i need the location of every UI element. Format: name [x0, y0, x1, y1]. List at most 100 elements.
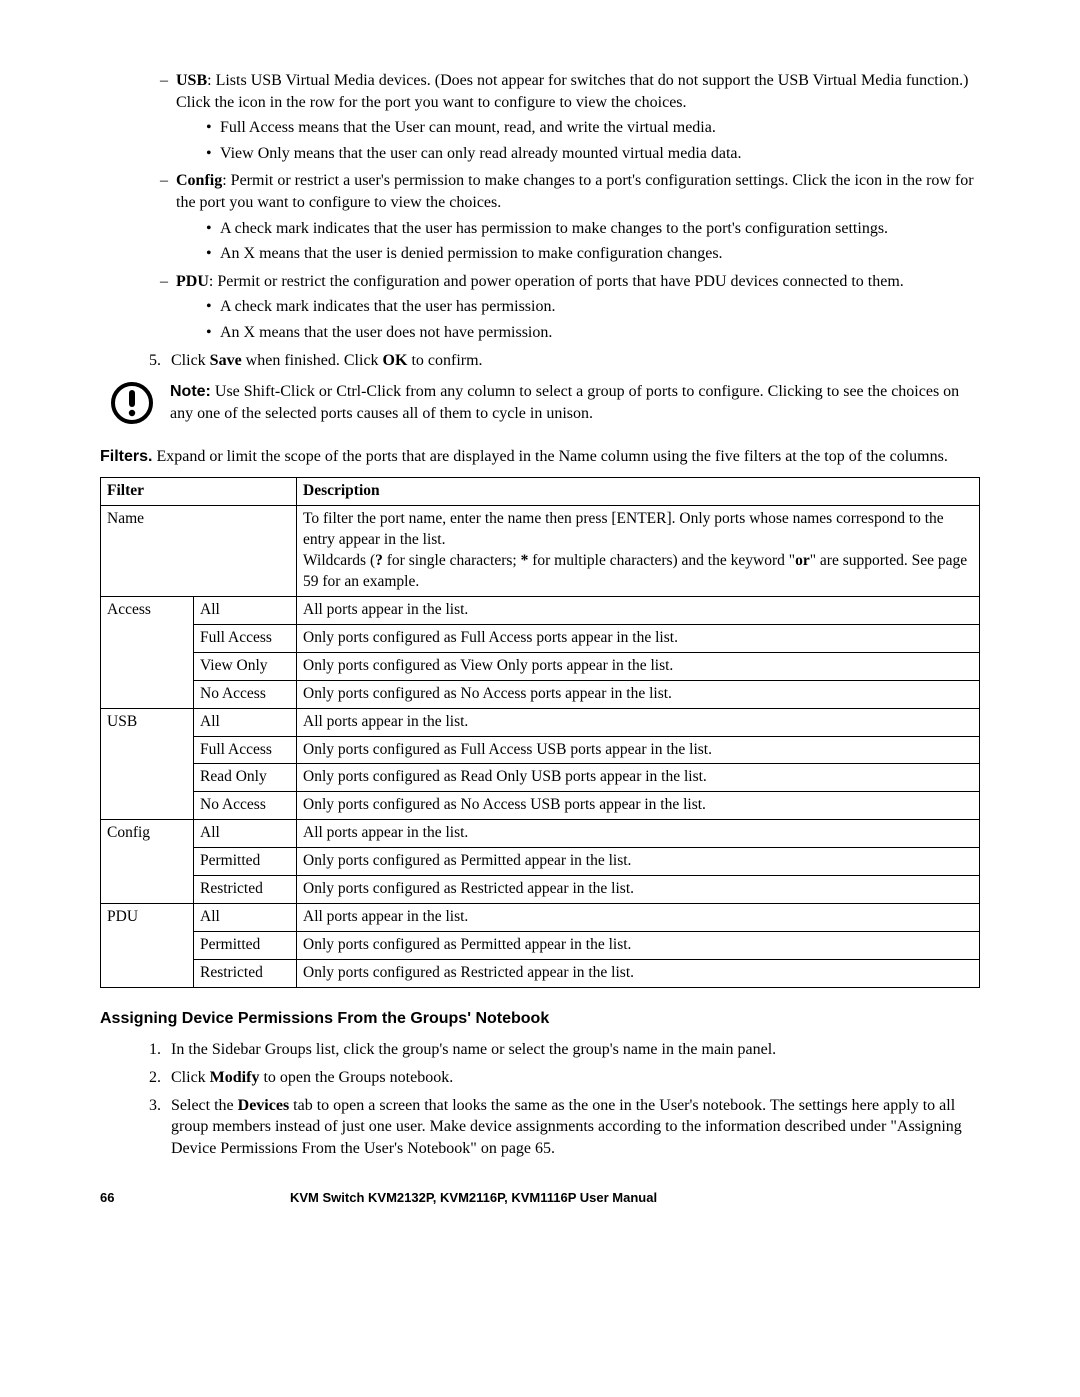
cell-usb-fa-d: Only ports configured as Full Access USB… [297, 736, 980, 764]
cell-usb-ro-d: Only ports configured as Read Only USB p… [297, 764, 980, 792]
config-label: Config [176, 172, 222, 189]
cell-all: All [194, 820, 297, 848]
step-list: Click Save when finished. Click OK to co… [100, 350, 980, 372]
step5-post: to confirm. [407, 352, 482, 369]
step-2: Click Modify to open the Groups notebook… [165, 1067, 980, 1089]
pdu-text: : Permit or restrict the configuration a… [209, 273, 904, 290]
table-row: Permitted Only ports configured as Permi… [101, 848, 980, 876]
config-bullet-2: An X means that the user is denied permi… [206, 243, 980, 265]
table-row: Full Access Only ports configured as Ful… [101, 624, 980, 652]
groups-steps: In the Sidebar Groups list, click the gr… [100, 1039, 980, 1159]
cell-all: All [194, 904, 297, 932]
pdu-bullet-1: A check mark indicates that the user has… [206, 296, 980, 318]
note-body: Use Shift-Click or Ctrl-Click from any c… [170, 383, 959, 422]
note-text-block: Note: Use Shift-Click or Ctrl-Click from… [170, 381, 980, 424]
step-1: In the Sidebar Groups list, click the gr… [165, 1039, 980, 1061]
cell-all-d: All ports appear in the list. [297, 596, 980, 624]
filters-label: Filters. [100, 448, 152, 465]
cell-rest: Restricted [194, 876, 297, 904]
warning-icon [110, 381, 154, 432]
cell-fa: Full Access [194, 736, 297, 764]
table-row: Read Only Only ports configured as Read … [101, 764, 980, 792]
cell-usb-na-d: Only ports configured as No Access USB p… [297, 792, 980, 820]
s2c: to open the Groups notebook. [259, 1069, 453, 1086]
feature-list: USB: Lists USB Virtual Media devices. (D… [100, 70, 980, 344]
pdu-label: PDU [176, 273, 209, 290]
step5-mid: when finished. Click [242, 352, 383, 369]
page-number: 66 [100, 1189, 290, 1207]
cell-name-desc: To filter the port name, enter the name … [297, 506, 980, 597]
cell-access-vo-d: Only ports configured as View Only ports… [297, 652, 980, 680]
cell-na: No Access [194, 680, 297, 708]
cell-pdu: PDU [101, 904, 194, 988]
save-label: Save [210, 352, 242, 369]
modify-label: Modify [210, 1069, 260, 1086]
cell-rest: Restricted [194, 959, 297, 987]
table-row: Full Access Only ports configured as Ful… [101, 736, 980, 764]
name-q: ? [375, 552, 383, 569]
pdu-item: PDU: Permit or restrict the configuratio… [160, 271, 980, 344]
name-d1: To filter the port name, enter the name … [303, 510, 944, 548]
manual-title: KVM Switch KVM2132P, KVM2116P, KVM1116P … [290, 1189, 980, 1207]
usb-item: USB: Lists USB Virtual Media devices. (D… [160, 70, 980, 164]
section-heading: Assigning Device Permissions From the Gr… [100, 1008, 980, 1030]
cell-perm: Permitted [194, 931, 297, 959]
cell-access: Access [101, 596, 194, 708]
cell-ro: Read Only [194, 764, 297, 792]
cell-access-na-d: Only ports configured as No Access ports… [297, 680, 980, 708]
cell-all-d: All ports appear in the list. [297, 820, 980, 848]
page-content: USB: Lists USB Virtual Media devices. (D… [100, 70, 980, 1207]
cell-vo: View Only [194, 652, 297, 680]
table-header-row: Filter Description [101, 478, 980, 506]
filters-table: Filter Description Name To filter the po… [100, 477, 980, 988]
devices-label: Devices [238, 1097, 290, 1114]
cell-all-d: All ports appear in the list. [297, 708, 980, 736]
config-bullet-1: A check mark indicates that the user has… [206, 218, 980, 240]
table-row: Restricted Only ports configured as Rest… [101, 876, 980, 904]
table-row: Name To filter the port name, enter the … [101, 506, 980, 597]
cell-fa: Full Access [194, 624, 297, 652]
cell-pdu-rest-d: Only ports configured as Restricted appe… [297, 959, 980, 987]
table-row: View Only Only ports configured as View … [101, 652, 980, 680]
pdu-sublist: A check mark indicates that the user has… [176, 296, 980, 343]
usb-sublist: Full Access means that the User can moun… [176, 117, 980, 164]
name-d2a: Wildcards ( [303, 552, 375, 569]
cell-config-perm-d: Only ports configured as Permitted appea… [297, 848, 980, 876]
usb-bullet-1: Full Access means that the User can moun… [206, 117, 980, 139]
filters-paragraph: Filters. Expand or limit the scope of th… [100, 446, 980, 468]
usb-text: : Lists USB Virtual Media devices. (Does… [176, 72, 968, 111]
config-text: : Permit or restrict a user's permission… [176, 172, 974, 211]
usb-bullet-2: View Only means that the user can only r… [206, 143, 980, 165]
pdu-bullet-2: An X means that the user does not have p… [206, 322, 980, 344]
name-d2c: for multiple characters) and the keyword… [528, 552, 795, 569]
table-row: No Access Only ports configured as No Ac… [101, 792, 980, 820]
s3c: tab to open a screen that looks the same… [171, 1097, 962, 1157]
config-item: Config: Permit or restrict a user's perm… [160, 170, 980, 264]
cell-name: Name [101, 506, 297, 597]
cell-na: No Access [194, 792, 297, 820]
name-or: or [795, 552, 810, 569]
cell-config-rest-d: Only ports configured as Restricted appe… [297, 876, 980, 904]
cell-pdu-perm-d: Only ports configured as Permitted appea… [297, 931, 980, 959]
step-5: Click Save when finished. Click OK to co… [165, 350, 980, 372]
table-row: USB All All ports appear in the list. [101, 708, 980, 736]
table-row: Permitted Only ports configured as Permi… [101, 931, 980, 959]
cell-config: Config [101, 820, 194, 904]
step5-pre: Click [171, 352, 210, 369]
table-row: Config All All ports appear in the list. [101, 820, 980, 848]
cell-all: All [194, 596, 297, 624]
config-sublist: A check mark indicates that the user has… [176, 218, 980, 265]
page-footer: 66 KVM Switch KVM2132P, KVM2116P, KVM111… [100, 1189, 980, 1207]
table-row: PDU All All ports appear in the list. [101, 904, 980, 932]
s2a: Click [171, 1069, 210, 1086]
cell-all-d: All ports appear in the list. [297, 904, 980, 932]
note-label: Note: [170, 383, 211, 400]
cell-usb: USB [101, 708, 194, 820]
th-description: Description [297, 478, 980, 506]
usb-label: USB [176, 72, 207, 89]
table-row: No Access Only ports configured as No Ac… [101, 680, 980, 708]
table-row: Restricted Only ports configured as Rest… [101, 959, 980, 987]
name-d2b: for single characters; [383, 552, 521, 569]
cell-all: All [194, 708, 297, 736]
cell-perm: Permitted [194, 848, 297, 876]
